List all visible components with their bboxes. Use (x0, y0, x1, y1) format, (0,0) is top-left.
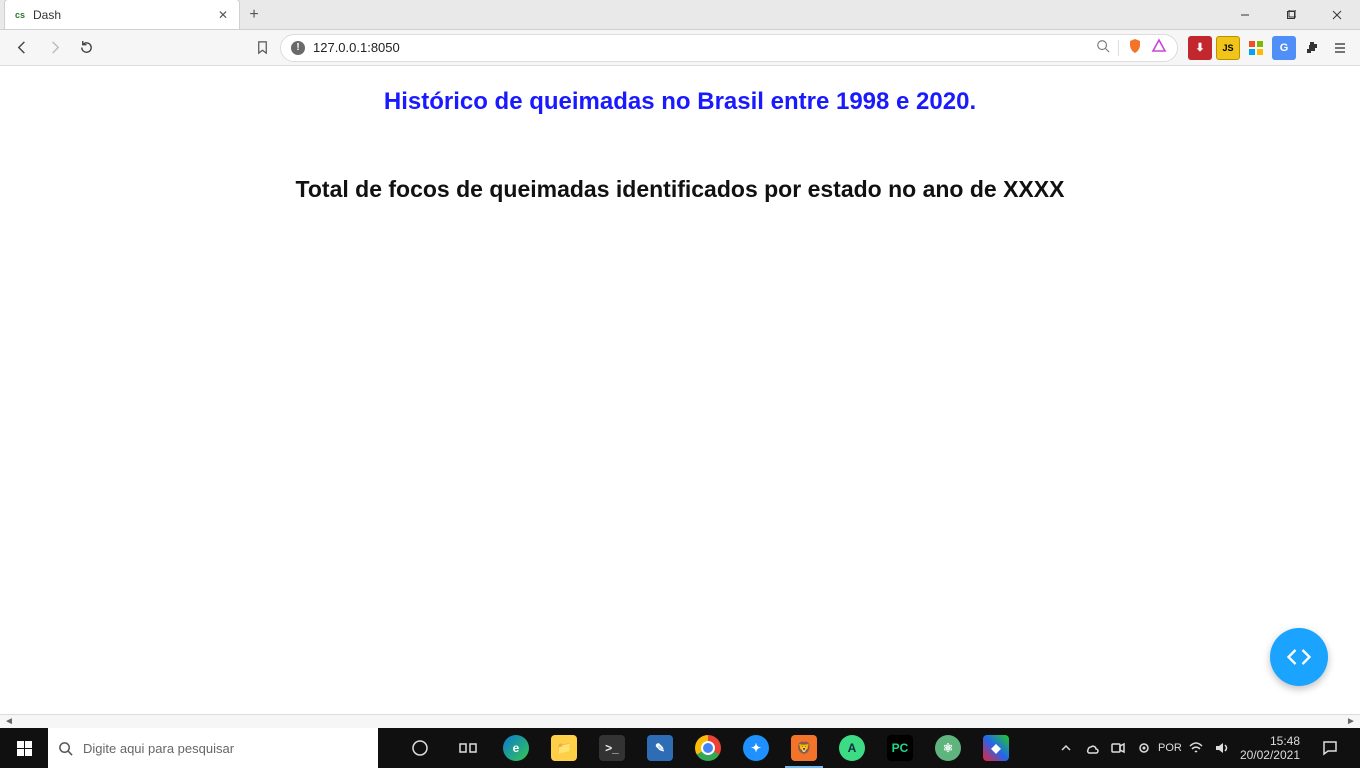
taskbar-search-box[interactable]: Digite aqui para pesquisar (48, 728, 378, 768)
extension-translate-icon[interactable]: G (1272, 36, 1296, 60)
browser-titlebar: cs Dash ✕ + (0, 0, 1360, 30)
action-center-button[interactable] (1310, 728, 1350, 768)
tray-language-icon[interactable]: POR (1162, 740, 1178, 756)
taskbar-explorer-icon[interactable]: 📁 (540, 728, 588, 768)
new-tab-button[interactable]: + (240, 1, 268, 29)
taskbar-taskview-icon[interactable] (444, 728, 492, 768)
page-subtitle: Total de focos de queimadas identificado… (0, 176, 1360, 203)
zoom-icon[interactable] (1096, 39, 1110, 56)
taskbar-pycharm-icon[interactable]: PC (876, 728, 924, 768)
taskbar-clock[interactable]: 15:48 20/02/2021 (1240, 734, 1300, 763)
brave-shields-icon[interactable] (1127, 38, 1143, 57)
taskbar-brave-icon[interactable]: 🦁 (780, 728, 828, 768)
windows-taskbar: Digite aqui para pesquisar e 📁 >_ ✎ ✦ 🦁 … (0, 728, 1360, 768)
extension-microsoft-icon[interactable] (1244, 36, 1268, 60)
tray-chevron-up-icon[interactable] (1058, 740, 1074, 756)
page-viewport[interactable]: Histórico de queimadas no Brasil entre 1… (0, 66, 1360, 714)
extensions-row: ⬇ JS G (1188, 36, 1352, 60)
taskbar-atom-icon[interactable]: ⚛ (924, 728, 972, 768)
window-maximize-button[interactable] (1268, 0, 1314, 30)
browser-tab[interactable]: cs Dash ✕ (4, 0, 240, 29)
tray-wifi-icon[interactable] (1188, 740, 1204, 756)
start-button[interactable] (0, 728, 48, 768)
tab-title: Dash (33, 8, 209, 22)
taskbar-cortana-icon[interactable] (396, 728, 444, 768)
site-info-icon[interactable]: ! (291, 41, 305, 55)
taskbar-chrome-icon[interactable] (684, 728, 732, 768)
extension-pdf-icon[interactable]: ⬇ (1188, 36, 1212, 60)
tray-meet-now-icon[interactable] (1110, 740, 1126, 756)
url-bar[interactable]: ! 127.0.0.1:8050 (280, 34, 1178, 62)
clock-date: 20/02/2021 (1240, 748, 1300, 762)
taskbar-editor-icon[interactable]: ✎ (636, 728, 684, 768)
extensions-button[interactable] (1300, 36, 1324, 60)
urlbar-divider (1118, 40, 1119, 56)
bookmark-button[interactable] (248, 34, 276, 62)
browser-menu-button[interactable] (1328, 36, 1352, 60)
nav-back-button[interactable] (8, 34, 36, 62)
taskbar-pinned-apps: e 📁 >_ ✎ ✦ 🦁 A PC ⚛ ◆ (396, 728, 1020, 768)
window-controls (1222, 0, 1360, 30)
page-title: Histórico de queimadas no Brasil entre 1… (0, 88, 1360, 116)
window-minimize-button[interactable] (1222, 0, 1268, 30)
scroll-left-arrow[interactable]: ◄ (2, 716, 16, 727)
brave-rewards-icon[interactable] (1151, 38, 1167, 57)
taskbar-app-icon-1[interactable]: ✦ (732, 728, 780, 768)
tray-volume-icon[interactable] (1214, 740, 1230, 756)
extension-javascript-icon[interactable]: JS (1216, 36, 1240, 60)
dash-devtools-button[interactable] (1270, 628, 1328, 686)
scroll-right-arrow[interactable]: ► (1344, 716, 1358, 727)
tab-close-button[interactable]: ✕ (215, 7, 231, 23)
taskbar-terminal-icon[interactable]: >_ (588, 728, 636, 768)
tray-onedrive-icon[interactable] (1084, 740, 1100, 756)
window-close-button[interactable] (1314, 0, 1360, 30)
url-text: 127.0.0.1:8050 (313, 40, 1088, 55)
system-tray: POR 15:48 20/02/2021 (1048, 728, 1360, 768)
taskbar-app-icon-2[interactable]: ◆ (972, 728, 1020, 768)
taskbar-androidstudio-icon[interactable]: A (828, 728, 876, 768)
nav-forward-button[interactable] (40, 34, 68, 62)
clock-time: 15:48 (1270, 734, 1300, 748)
taskbar-search-placeholder: Digite aqui para pesquisar (83, 741, 234, 756)
browser-toolbar: ! 127.0.0.1:8050 ⬇ JS G (0, 30, 1360, 66)
taskbar-edge-icon[interactable]: e (492, 728, 540, 768)
search-icon (58, 741, 73, 756)
tab-favicon: cs (13, 8, 27, 22)
tray-location-icon[interactable] (1136, 740, 1152, 756)
nav-reload-button[interactable] (72, 34, 100, 62)
horizontal-scrollbar[interactable]: ◄ ► (0, 714, 1360, 728)
